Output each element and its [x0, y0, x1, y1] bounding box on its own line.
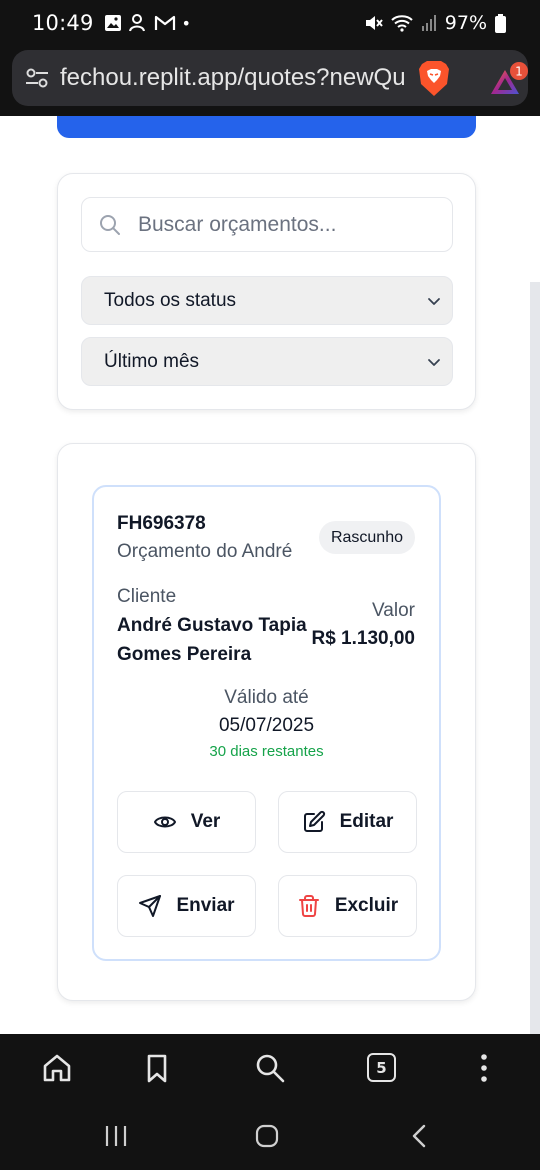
gallery-icon: [104, 15, 121, 31]
delete-button[interactable]: Excluir: [278, 875, 417, 937]
search-field[interactable]: [81, 197, 453, 252]
status-right: 97%: [363, 12, 506, 34]
quote-item: FH696378 Orçamento do André Rascunho Cli…: [92, 485, 441, 961]
back-icon[interactable]: [408, 1124, 432, 1148]
quote-value: R$ 1.130,00: [311, 628, 415, 649]
accessibility-icon: [128, 14, 145, 32]
address-bar[interactable]: fechou.replit.app/quotes?newQuote 1: [12, 50, 528, 106]
quote-title: Orçamento do André: [117, 541, 293, 562]
bookmark-icon[interactable]: [141, 1052, 173, 1084]
status-select-value: Todos os status: [104, 289, 237, 311]
view-button[interactable]: Ver: [117, 791, 256, 853]
recent-apps-icon[interactable]: [104, 1124, 128, 1148]
status-badge: Rascunho: [318, 521, 415, 554]
value-label: Valor: [372, 600, 415, 621]
period-select[interactable]: Último mês: [81, 337, 453, 386]
chevron-down-icon: [428, 358, 440, 366]
quote-number: FH696378: [117, 513, 206, 534]
status-left: 10:49 •: [32, 11, 191, 35]
tabs-button[interactable]: 5: [367, 1053, 396, 1082]
notification-dot: •: [181, 13, 191, 33]
chevron-down-icon: [428, 297, 440, 305]
search-input[interactable]: [138, 212, 438, 237]
send-label: Enviar: [176, 895, 235, 916]
edit-button[interactable]: Editar: [278, 791, 417, 853]
android-nav-bar: [0, 1104, 540, 1170]
client-label: Cliente: [117, 586, 177, 607]
page-scrollbar[interactable]: [530, 282, 540, 1034]
wifi-icon: [391, 15, 413, 32]
send-icon: [139, 895, 162, 917]
brave-rewards-icon: 1: [491, 62, 528, 94]
more-menu-icon[interactable]: [468, 1052, 500, 1084]
client-name: André Gustavo Tapia Gomes Pereira: [117, 615, 307, 665]
edit-icon: [303, 810, 325, 832]
site-settings-icon[interactable]: [24, 65, 50, 91]
status-select[interactable]: Todos os status: [81, 276, 453, 325]
browser-address-area: fechou.replit.app/quotes?newQuote 1: [0, 46, 540, 116]
period-select-value: Último mês: [104, 350, 200, 372]
mute-icon: [365, 16, 383, 30]
days-remaining: 30 dias restantes: [209, 743, 324, 760]
search-icon[interactable]: [254, 1052, 286, 1084]
home-button-icon[interactable]: [255, 1124, 279, 1148]
valid-until-date: 05/07/2025: [218, 715, 315, 736]
home-icon[interactable]: [41, 1052, 73, 1084]
gmail-icon: [154, 15, 175, 30]
new-quote-button[interactable]: [57, 116, 476, 138]
eye-icon: [153, 816, 176, 828]
filters-card: Todos os status Último mês: [57, 173, 476, 410]
send-button[interactable]: Enviar: [117, 875, 256, 937]
status-time: 10:49: [32, 11, 94, 35]
view-label: Ver: [190, 811, 221, 832]
search-icon: [100, 214, 120, 235]
battery-icon: [495, 13, 506, 33]
rewards-badge: 1: [515, 65, 523, 79]
brave-rewards-button[interactable]: 1: [486, 60, 532, 100]
delete-label: Excluir: [334, 895, 399, 916]
notification-icons: •: [104, 13, 191, 33]
valid-until-label: Válido até: [224, 687, 309, 708]
quotes-list-card: FH696378 Orçamento do André Rascunho Cli…: [57, 443, 476, 1001]
edit-label: Editar: [339, 811, 394, 832]
status-bar: 10:49 • 97%: [0, 0, 540, 46]
brave-shields-icon[interactable]: [416, 60, 452, 98]
browser-toolbar: 5: [0, 1034, 540, 1104]
page-content: Todos os status Último mês FH696378 Orça…: [0, 116, 540, 1034]
battery-percent: 97%: [444, 12, 487, 34]
url-text[interactable]: fechou.replit.app/quotes?newQuote: [60, 64, 405, 92]
trash-icon: [298, 895, 319, 917]
signal-icon: [421, 15, 436, 31]
